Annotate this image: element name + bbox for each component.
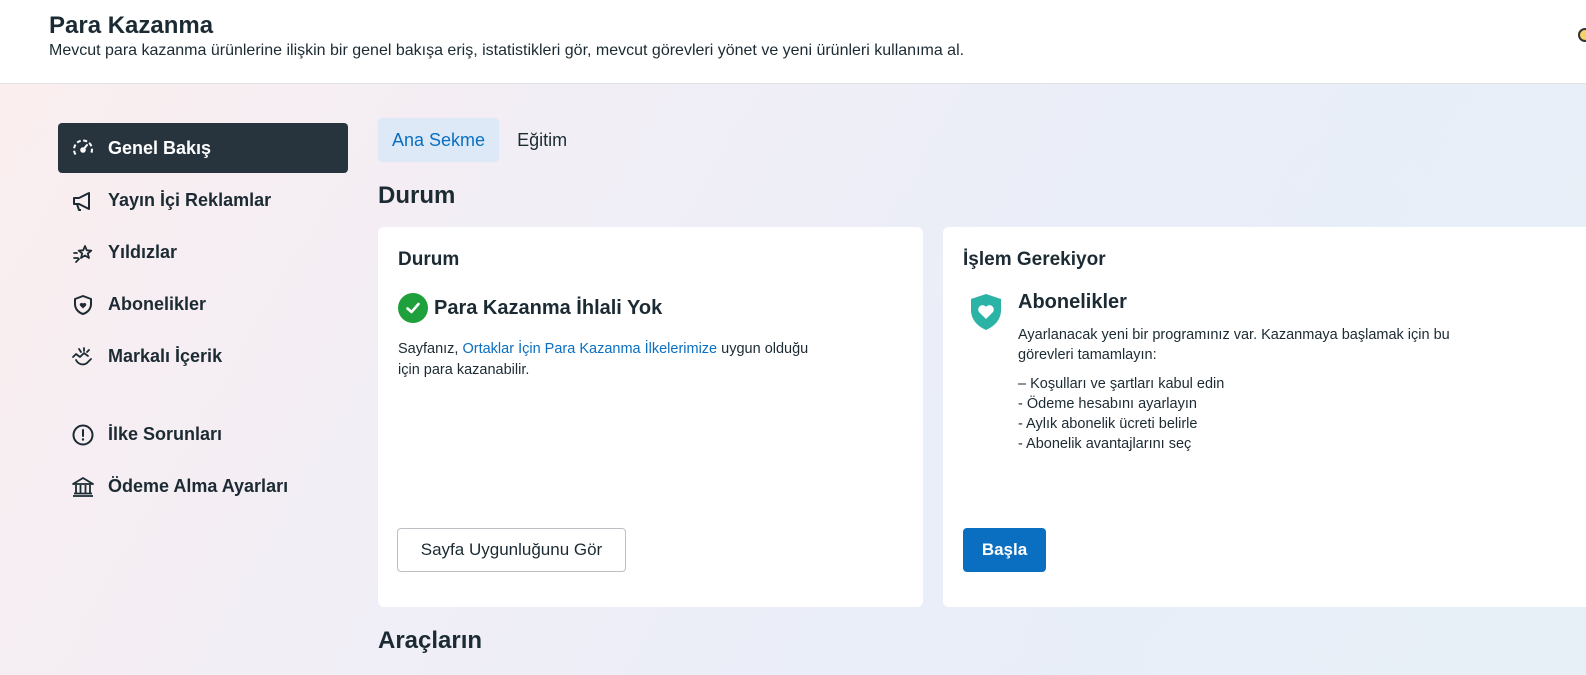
sidebar-item-label: Ödeme Alma Ayarları	[108, 475, 289, 496]
sidebar-item-branded-content[interactable]: Markalı İçerik	[58, 331, 348, 381]
sidebar-item-label: Markalı İçerik	[108, 345, 223, 366]
action-desc-text: Ayarlanacak yeni bir programınız var. Ka…	[1018, 327, 1450, 343]
alert-circle-icon	[70, 422, 96, 448]
section-title-status: Durum	[378, 182, 456, 209]
sidebar-item-label: Yayın İçi Reklamlar	[108, 189, 272, 210]
status-text: Para Kazanma İhlali Yok	[434, 296, 663, 319]
sidebar-item-label: Abonelikler	[108, 293, 207, 314]
status-description: Sayfanız, Ortaklar İçin Para Kazanma İlk…	[398, 339, 868, 381]
sidebar-item-in-stream-ads[interactable]: Yayın İçi Reklamlar	[58, 175, 348, 225]
status-desc-text: için para kazanabilir.	[398, 362, 530, 378]
policies-link[interactable]: Ortaklar İçin Para Kazanma İlkelerimize	[462, 341, 717, 357]
section-title-tools: Araçların	[378, 627, 483, 654]
shield-icon	[70, 292, 96, 318]
status-desc-text: uygun olduğu	[717, 341, 809, 357]
sidebar-item-label: Yıldızlar	[108, 241, 178, 262]
handshake-icon	[70, 344, 96, 370]
sidebar-item-label: Genel Bakış	[108, 137, 212, 158]
status-row: Para Kazanma İhlali Yok	[398, 293, 662, 323]
sidebar-item-label: İlke Sorunları	[108, 423, 223, 444]
action-card-title: Abonelikler	[1018, 291, 1127, 313]
star-burst-icon	[70, 240, 96, 266]
action-card-heading: İşlem Gerekiyor	[963, 249, 1106, 270]
status-card-heading: Durum	[398, 249, 460, 270]
subscriptions-heart-icon	[969, 293, 1003, 336]
start-button[interactable]: Başla	[963, 528, 1046, 572]
main-tabs: Ana Sekme Eğitim	[378, 118, 581, 162]
sidebar-item-payout-settings[interactable]: Ödeme Alma Ayarları	[58, 461, 348, 511]
list-item: - Aylık abonelik ücreti belirle	[1018, 416, 1198, 432]
action-desc-text: görevleri tamamlayın:	[1018, 347, 1157, 363]
sidebar-item-overview[interactable]: Genel Bakış	[58, 123, 348, 173]
view-page-eligibility-button[interactable]: Sayfa Uygunluğunu Gör	[397, 528, 626, 572]
sidebar-item-stars[interactable]: Yıldızlar	[58, 227, 348, 277]
bank-icon	[70, 474, 96, 500]
list-item: - Ödeme hesabını ayarlayın	[1018, 396, 1197, 412]
page-header: Para Kazanma Mevcut para kazanma ürünler…	[0, 0, 1586, 84]
sidebar-item-subscriptions[interactable]: Abonelikler	[58, 279, 348, 329]
status-desc-text: Sayfanız,	[398, 341, 463, 357]
sidebar: Genel Bakış Yayın İçi Reklamlar Yıldızla…	[58, 123, 348, 513]
tab-home[interactable]: Ana Sekme	[378, 118, 500, 162]
megaphone-icon	[70, 188, 96, 214]
sidebar-item-policy-issues[interactable]: İlke Sorunları	[58, 409, 348, 459]
check-circle-icon	[398, 293, 428, 323]
page-title: Para Kazanma	[49, 12, 214, 39]
task-list: – Koşulları ve şartları kabul edin - Öde…	[1018, 374, 1224, 454]
status-card: Durum Para Kazanma İhlali Yok Sayfanız, …	[378, 227, 923, 607]
action-required-card: İşlem Gerekiyor Abonelikler Ayarlanacak …	[943, 227, 1586, 607]
tab-training[interactable]: Eğitim	[503, 118, 581, 162]
list-item: - Abonelik avantajlarını seç	[1018, 436, 1192, 452]
list-item: – Koşulları ve şartları kabul edin	[1018, 376, 1225, 392]
avatar[interactable]	[1578, 28, 1586, 42]
gauge-icon	[70, 136, 96, 162]
action-card-description: Ayarlanacak yeni bir programınız var. Ka…	[1018, 325, 1498, 365]
sidebar-divider	[58, 383, 348, 409]
page-subtitle: Mevcut para kazanma ürünlerine ilişkin b…	[49, 42, 965, 59]
